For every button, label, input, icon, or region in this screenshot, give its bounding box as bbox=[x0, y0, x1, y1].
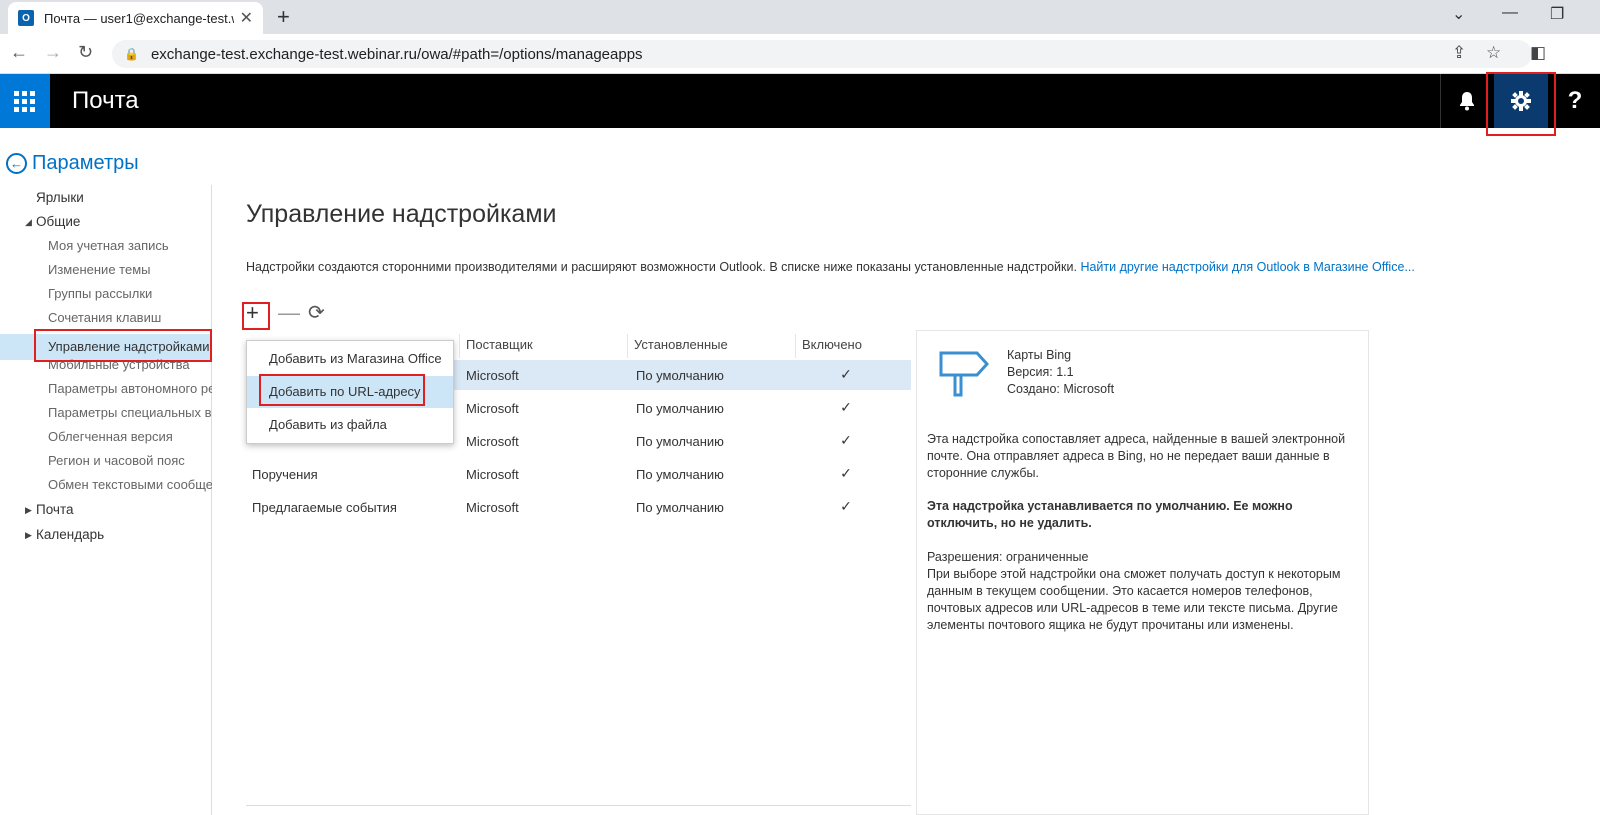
addin-installed: По умолчанию bbox=[636, 368, 724, 383]
enabled-checkbox[interactable]: ✓ bbox=[838, 432, 854, 448]
addin-vendor: Microsoft bbox=[466, 467, 519, 482]
url-text: exchange-test.exchange-test.webinar.ru/o… bbox=[150, 45, 643, 63]
table-row[interactable]: Поручения Microsoft По умолчанию ✓ bbox=[246, 459, 911, 489]
highlight-manage-addins-box bbox=[34, 329, 212, 362]
nav-light-version[interactable]: Облегченная версия bbox=[48, 429, 212, 444]
share-icon[interactable]: ⇪ bbox=[1452, 43, 1466, 63]
nav-hotkeys[interactable]: Сочетания клавиш bbox=[48, 310, 212, 325]
app-title: Почта bbox=[72, 87, 139, 114]
nav-mail[interactable]: Почта bbox=[36, 502, 74, 517]
addin-creator: Создано: Microsoft bbox=[1007, 382, 1115, 396]
lock-icon: 🔒 bbox=[124, 47, 139, 61]
enabled-checkbox[interactable]: ✓ bbox=[838, 366, 854, 382]
nav-groups[interactable]: Группы рассылки bbox=[48, 286, 212, 301]
browser-tab[interactable]: O Почта — user1@exchange-test.w ✕ bbox=[8, 2, 263, 34]
close-tab-icon[interactable]: ✕ bbox=[240, 8, 253, 28]
collapsed-triangle-icon: ▶ bbox=[25, 505, 32, 515]
nav-region[interactable]: Регион и часовой пояс bbox=[48, 453, 212, 468]
collapsed-triangle-icon: ▶ bbox=[25, 530, 32, 540]
bookmark-star-icon[interactable]: ☆ bbox=[1486, 43, 1501, 63]
back-circle-arrow-icon: ← bbox=[6, 153, 27, 174]
nav-shortcuts[interactable]: Ярлыки bbox=[36, 190, 84, 205]
addin-vendor: Microsoft bbox=[466, 500, 519, 515]
table-bottom-divider bbox=[246, 805, 911, 806]
highlight-add-url-box bbox=[259, 374, 425, 406]
browser-tab-bar: O Почта — user1@exchange-test.w ✕ + ⌄ — … bbox=[0, 0, 1600, 34]
addin-installed: По умолчанию bbox=[636, 434, 724, 449]
options-nav: Ярлыки ◢ Общие Моя учетная запись Измене… bbox=[0, 185, 212, 815]
owa-header: Почта ? bbox=[0, 74, 1600, 128]
nav-text-messaging[interactable]: Обмен текстовыми сообщениями bbox=[48, 477, 212, 492]
addin-description: Эта надстройка сопоставляет адреса, найд… bbox=[927, 432, 1346, 480]
office-store-link[interactable]: Найти другие надстройки для Outlook в Ма… bbox=[1080, 260, 1414, 274]
column-header-installed[interactable]: Установленные bbox=[627, 334, 795, 358]
nav-account[interactable]: Моя учетная запись bbox=[48, 238, 212, 253]
column-header-enabled[interactable]: Включено bbox=[795, 334, 911, 358]
restore-icon[interactable]: ❐ bbox=[1550, 4, 1564, 24]
addin-vendor: Microsoft bbox=[466, 368, 519, 383]
url-input[interactable]: 🔒 exchange-test.exchange-test.webinar.ru… bbox=[112, 40, 1532, 68]
options-title: Параметры bbox=[32, 152, 139, 174]
addin-version: Версия: 1.1 bbox=[1007, 365, 1074, 379]
bing-maps-signpost-icon bbox=[939, 351, 989, 397]
back-to-options[interactable]: ← Параметры bbox=[6, 152, 139, 175]
refresh-icon[interactable]: ⟳ bbox=[308, 300, 325, 325]
reload-icon[interactable]: ↻ bbox=[78, 42, 93, 63]
addin-name: Поручения bbox=[252, 467, 318, 482]
highlight-settings-box bbox=[1486, 72, 1556, 136]
enabled-checkbox[interactable]: ✓ bbox=[838, 399, 854, 415]
outlook-favicon-icon: O bbox=[18, 10, 34, 26]
nav-general[interactable]: Общие bbox=[36, 214, 80, 229]
addin-installed: По умолчанию bbox=[636, 401, 724, 416]
forward-arrow-icon[interactable]: → bbox=[44, 42, 62, 63]
address-bar-row: ← → ↻ 🔒 exchange-test.exchange-test.webi… bbox=[0, 34, 1600, 74]
nav-offline[interactable]: Параметры автономного режима bbox=[48, 381, 212, 396]
highlight-add-box bbox=[242, 302, 270, 330]
nav-theme[interactable]: Изменение темы bbox=[48, 262, 212, 277]
minimize-icon[interactable]: — bbox=[1502, 4, 1518, 22]
addin-installed: По умолчанию bbox=[636, 467, 724, 482]
addin-default-note: Эта надстройка устанавливается по умолча… bbox=[927, 499, 1293, 530]
addin-vendor: Microsoft bbox=[466, 434, 519, 449]
addin-vendor: Microsoft bbox=[466, 401, 519, 416]
nav-calendar[interactable]: Календарь bbox=[36, 527, 104, 542]
nav-accessibility[interactable]: Параметры специальных возможностей bbox=[48, 405, 212, 420]
addin-name: Предлагаемые события bbox=[252, 500, 397, 515]
table-row[interactable]: Предлагаемые события Microsoft По умолча… bbox=[246, 492, 911, 522]
tab-search-chevron-icon[interactable]: ⌄ bbox=[1452, 4, 1465, 24]
menu-add-from-file[interactable]: Добавить из файла bbox=[247, 409, 453, 441]
remove-minus-icon[interactable]: — bbox=[278, 300, 300, 326]
addin-installed: По умолчанию bbox=[636, 500, 724, 515]
expanded-triangle-icon: ◢ bbox=[25, 217, 32, 227]
column-header-vendor[interactable]: Поставщик bbox=[459, 334, 627, 358]
addin-detail-pane: Карты Bing Версия: 1.1 Создано: Microsof… bbox=[916, 330, 1369, 815]
description-text: Надстройки создаются сторонними производ… bbox=[246, 260, 1077, 274]
side-panel-icon[interactable]: ◧ bbox=[1530, 43, 1546, 63]
menu-add-from-store[interactable]: Добавить из Магазина Office bbox=[247, 343, 453, 375]
page-description: Надстройки создаются сторонними производ… bbox=[246, 260, 1415, 274]
addin-permissions: Разрешения: ограниченные bbox=[927, 550, 1089, 564]
enabled-checkbox[interactable]: ✓ bbox=[838, 498, 854, 514]
addin-permissions-detail: При выборе этой надстройки она сможет по… bbox=[927, 567, 1341, 632]
back-arrow-icon[interactable]: ← bbox=[10, 42, 28, 63]
enabled-checkbox[interactable]: ✓ bbox=[838, 465, 854, 481]
addin-name-detail: Карты Bing bbox=[1007, 348, 1072, 362]
app-launcher-icon[interactable] bbox=[0, 74, 50, 128]
tab-title: Почта — user1@exchange-test.w bbox=[44, 10, 234, 26]
new-tab-icon[interactable]: + bbox=[277, 4, 290, 30]
page-title: Управление надстройками bbox=[246, 200, 557, 228]
